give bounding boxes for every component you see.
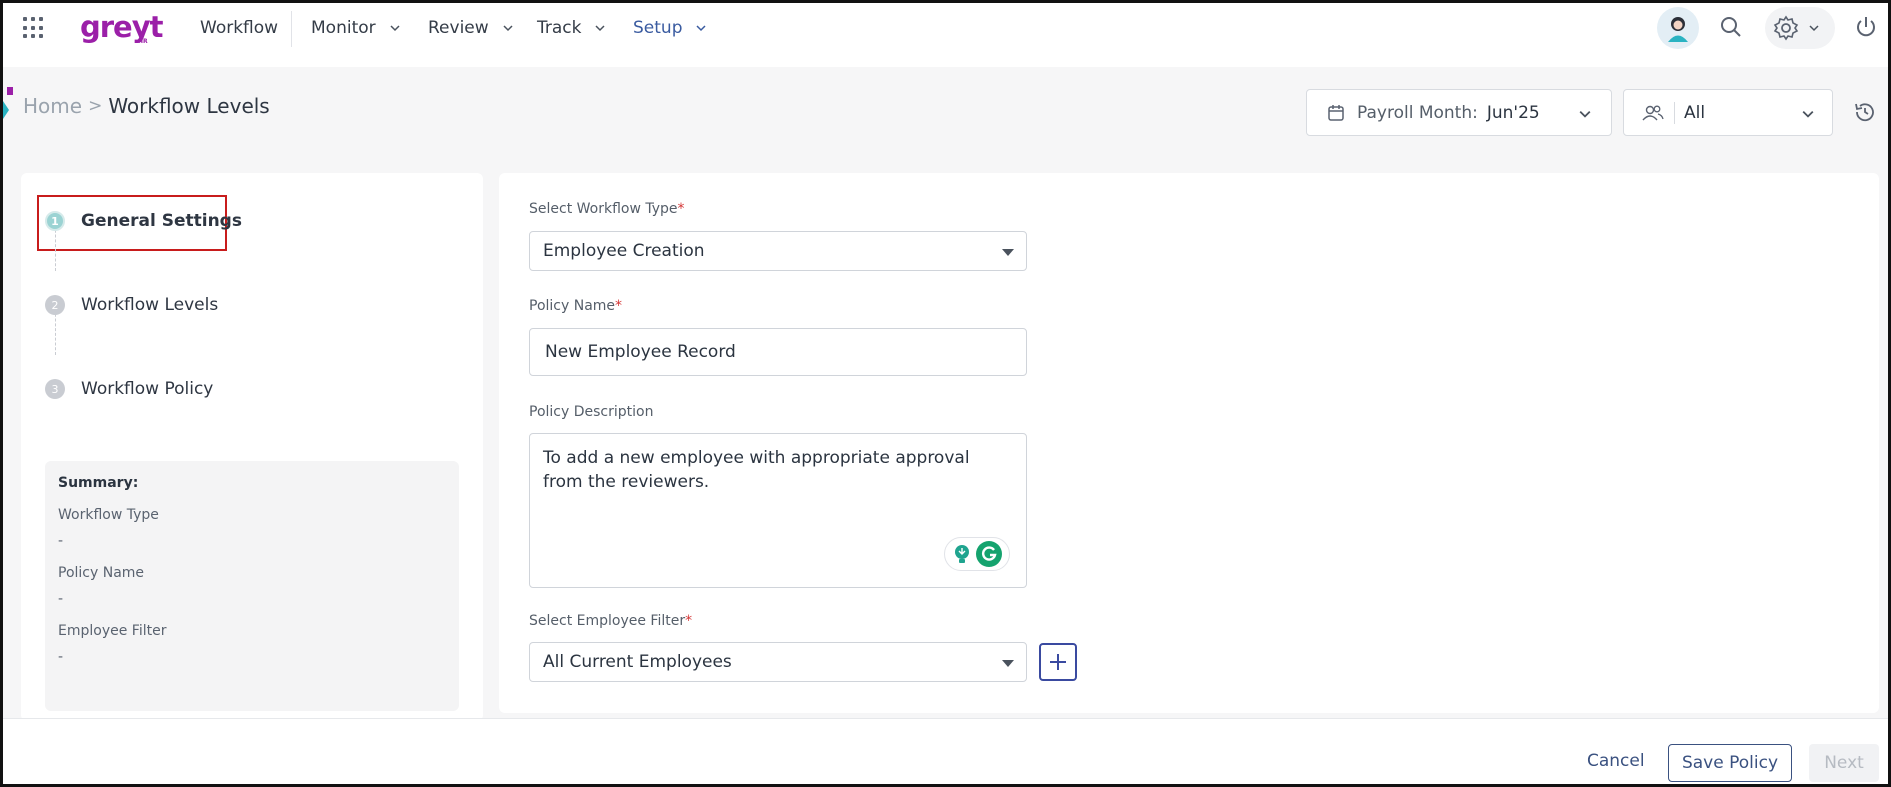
summary-policy-name-value: - bbox=[58, 591, 64, 607]
nav-item-label: Track bbox=[537, 18, 582, 38]
caret-down-icon bbox=[1002, 249, 1014, 256]
required-marker: * bbox=[615, 298, 623, 314]
step-workflow-policy[interactable]: 3 Workflow Policy bbox=[45, 379, 213, 399]
power-icon[interactable] bbox=[1854, 15, 1878, 39]
payroll-month-value: Jun'25 bbox=[1486, 102, 1540, 123]
chevron-down-icon bbox=[595, 25, 606, 32]
payroll-month-selector[interactable]: Payroll Month: Jun'25 bbox=[1306, 89, 1612, 136]
divider bbox=[1674, 101, 1675, 124]
general-settings-form: Select Workflow Type* Employee Creation … bbox=[499, 173, 1879, 713]
top-navigation: greyt HR Workflow Monitor Review Track S… bbox=[3, 3, 1888, 67]
required-marker: * bbox=[685, 613, 693, 629]
logo-text: greyt bbox=[80, 10, 163, 44]
breadcrumb-separator: > bbox=[88, 96, 103, 116]
side-decoration bbox=[3, 101, 9, 119]
plus-icon bbox=[1050, 654, 1066, 670]
policy-name-label: Policy Name* bbox=[529, 298, 622, 314]
steps-panel: 1 General Settings 2 Workflow Levels 3 W… bbox=[21, 173, 483, 721]
users-icon bbox=[1642, 105, 1664, 120]
employee-filter-label-text: Select Employee Filter bbox=[529, 613, 686, 629]
step-number: 1 bbox=[45, 211, 65, 231]
workflow-type-value: Employee Creation bbox=[543, 241, 705, 261]
step-number: 2 bbox=[45, 295, 65, 315]
greythr-logo[interactable]: greyt HR bbox=[80, 9, 163, 49]
employee-filter-label: Select Employee Filter* bbox=[529, 613, 692, 629]
nav-item-label: Review bbox=[428, 18, 489, 38]
breadcrumb: Home > Workflow Levels bbox=[23, 94, 270, 118]
user-avatar[interactable] bbox=[1657, 7, 1699, 49]
nav-item-label: Workflow bbox=[200, 18, 279, 38]
search-icon[interactable] bbox=[1719, 15, 1743, 39]
gear-icon bbox=[1773, 15, 1799, 41]
app-window: greyt HR Workflow Monitor Review Track S… bbox=[0, 0, 1891, 787]
chevron-down-icon bbox=[1809, 25, 1819, 32]
summary-policy-name-label: Policy Name bbox=[58, 565, 145, 581]
employee-scope-selector[interactable]: All bbox=[1623, 89, 1833, 136]
user-avatar-icon bbox=[1668, 17, 1688, 42]
logo-subtext: HR bbox=[138, 38, 148, 45]
next-button[interactable]: Next bbox=[1809, 744, 1879, 782]
nav-item-label: Monitor bbox=[311, 18, 376, 38]
calendar-icon bbox=[1328, 104, 1344, 121]
summary-employee-filter-value: - bbox=[58, 649, 64, 665]
workflow-type-select[interactable]: Employee Creation bbox=[529, 231, 1027, 271]
policy-description-value: To add a new employee with appropriate a… bbox=[543, 448, 970, 492]
nav-item-review[interactable]: Review bbox=[428, 14, 513, 42]
policy-description-label: Policy Description bbox=[529, 404, 654, 420]
chevron-down-icon bbox=[1802, 110, 1814, 118]
nav-item-setup[interactable]: Setup bbox=[633, 14, 707, 42]
app-grid-icon[interactable] bbox=[23, 17, 45, 39]
summary-title: Summary: bbox=[58, 475, 139, 491]
policy-name-input[interactable]: New Employee Record bbox=[529, 328, 1027, 376]
grammarly-icon bbox=[976, 541, 1002, 567]
grammarly-widget[interactable] bbox=[944, 537, 1010, 571]
workflow-type-label-text: Select Workflow Type bbox=[529, 201, 678, 217]
employee-filter-value: All Current Employees bbox=[543, 652, 732, 672]
nav-item-track[interactable]: Track bbox=[537, 14, 606, 42]
history-icon[interactable] bbox=[1853, 100, 1877, 124]
step-label: Workflow Policy bbox=[81, 379, 214, 399]
payroll-month-label: Payroll Month: bbox=[1357, 102, 1478, 123]
nav-item-workflow[interactable]: Workflow bbox=[200, 14, 278, 42]
add-employee-filter-button[interactable] bbox=[1039, 643, 1077, 681]
cancel-button[interactable]: Cancel bbox=[1587, 751, 1645, 771]
chevron-down-icon bbox=[503, 25, 513, 32]
step-workflow-levels[interactable]: 2 Workflow Levels bbox=[45, 295, 218, 315]
summary-workflow-type-value: - bbox=[58, 533, 64, 549]
step-label: Workflow Levels bbox=[81, 295, 219, 315]
settings-menu[interactable] bbox=[1765, 7, 1835, 49]
nav-item-monitor[interactable]: Monitor bbox=[311, 14, 400, 42]
save-policy-button[interactable]: Save Policy bbox=[1668, 744, 1792, 782]
policy-name-label-text: Policy Name bbox=[529, 298, 616, 314]
step-label: General Settings bbox=[81, 211, 242, 231]
nav-item-label: Setup bbox=[633, 18, 683, 38]
lightbulb-icon bbox=[955, 545, 969, 563]
step-connector bbox=[55, 309, 56, 355]
caret-down-icon bbox=[1002, 660, 1014, 667]
chevron-down-icon bbox=[1579, 110, 1591, 118]
footer-actions: Cancel Save Policy Next bbox=[3, 718, 1888, 784]
chevron-down-icon bbox=[696, 25, 707, 32]
side-decoration bbox=[7, 87, 13, 95]
policy-name-value: New Employee Record bbox=[545, 342, 736, 362]
chevron-down-icon bbox=[390, 25, 400, 32]
page-title: Workflow Levels bbox=[108, 94, 270, 118]
employee-scope-value: All bbox=[1684, 102, 1706, 123]
step-connector bbox=[55, 225, 56, 271]
summary-workflow-type-label: Workflow Type bbox=[58, 507, 159, 523]
required-marker: * bbox=[677, 201, 685, 217]
summary-employee-filter-label: Employee Filter bbox=[58, 623, 167, 639]
employee-filter-select[interactable]: All Current Employees bbox=[529, 642, 1027, 682]
step-general-settings[interactable]: 1 General Settings bbox=[45, 211, 242, 231]
workflow-type-label: Select Workflow Type* bbox=[529, 201, 685, 217]
policy-description-textarea[interactable]: To add a new employee with appropriate a… bbox=[529, 433, 1027, 588]
step-number: 3 bbox=[45, 379, 65, 399]
breadcrumb-home-link[interactable]: Home bbox=[23, 94, 82, 118]
summary-card: Summary: Workflow Type - Policy Name - E… bbox=[45, 461, 459, 711]
nav-divider bbox=[291, 11, 292, 47]
